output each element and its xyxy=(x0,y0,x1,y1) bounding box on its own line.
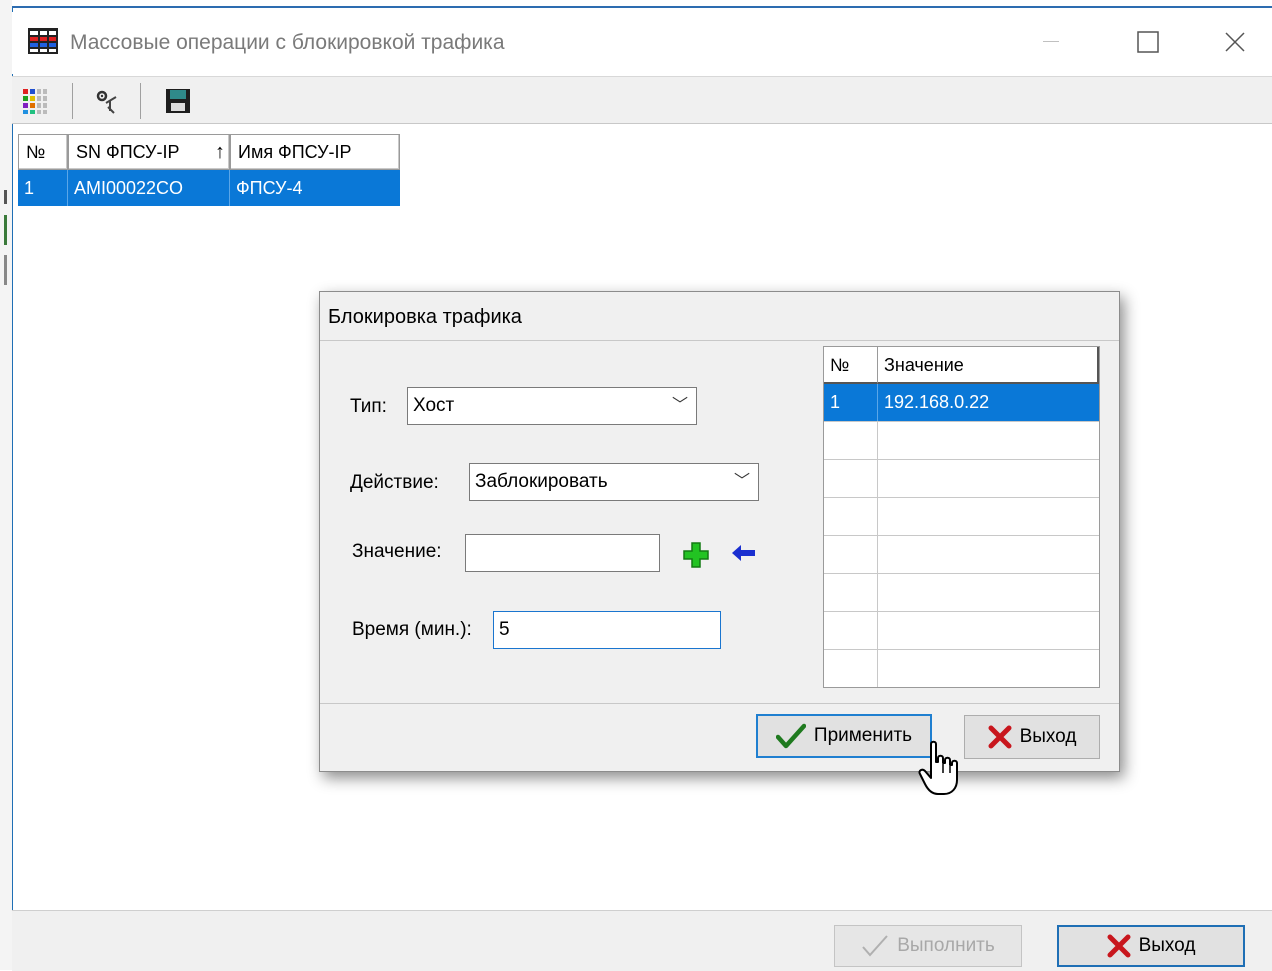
empty-cell xyxy=(824,650,878,687)
close-x-icon xyxy=(988,725,1012,749)
dialog-title: Блокировка трафика xyxy=(328,306,522,328)
action-label: Действие: xyxy=(350,472,439,493)
table-row[interactable]: 1 192.168.0.22 xyxy=(824,384,1099,422)
dialog-exit-label: Выход xyxy=(1019,726,1077,747)
title-bar: Массовые операции с блокировкой трафика xyxy=(12,12,1272,74)
empty-cell xyxy=(824,498,878,535)
value-input[interactable] xyxy=(465,534,660,572)
column-header-num[interactable]: № xyxy=(18,134,68,170)
empty-cell xyxy=(824,536,878,573)
save-floppy-icon xyxy=(166,89,190,113)
main-exit-label: Выход xyxy=(1138,935,1196,956)
column-header-name[interactable]: Имя ФПСУ-IP xyxy=(230,134,400,170)
save-button[interactable] xyxy=(162,85,194,117)
execute-button[interactable]: Выполнить xyxy=(834,925,1022,967)
maximize-button[interactable] xyxy=(1125,22,1171,62)
type-select-value: Хост xyxy=(413,395,455,416)
footer-bar: Выполнить Выход xyxy=(12,910,1272,971)
values-cell-value: 192.168.0.22 xyxy=(884,392,990,412)
toolbar xyxy=(12,76,1272,124)
main-exit-button[interactable]: Выход xyxy=(1057,925,1245,967)
table-row-empty[interactable] xyxy=(824,498,1099,536)
columns-grid-icon xyxy=(23,89,47,114)
table-row-empty[interactable] xyxy=(824,422,1099,460)
table-row-empty[interactable] xyxy=(824,460,1099,498)
values-table[interactable]: № Значение 1 192.168.0.22 xyxy=(823,346,1100,688)
table-row-cell-name[interactable]: ФПСУ-4 xyxy=(230,170,400,206)
edge-mark xyxy=(4,255,7,285)
action-select[interactable]: Заблокировать ﹀ xyxy=(469,463,759,501)
check-icon xyxy=(775,723,806,749)
minimize-button[interactable] xyxy=(1028,22,1074,62)
close-x-icon xyxy=(1107,934,1131,958)
edge-mark xyxy=(4,215,7,245)
traffic-block-dialog: Блокировка трафика Тип: Хост ﹀ Действие:… xyxy=(319,291,1120,772)
empty-cell xyxy=(824,612,878,649)
time-label: Время (мин.): xyxy=(352,619,472,640)
close-button[interactable] xyxy=(1212,22,1258,62)
table-row-cell-sn[interactable]: AMI00022CO xyxy=(68,170,230,206)
maximize-icon xyxy=(1137,31,1159,53)
values-cell-num: 1 xyxy=(824,384,878,421)
hand-cursor-icon xyxy=(918,740,958,795)
execute-label: Выполнить xyxy=(897,935,995,956)
window-title: Массовые операции с блокировкой трафика xyxy=(70,31,505,54)
table-row-empty[interactable] xyxy=(824,650,1099,687)
background-window-edge xyxy=(0,0,12,970)
minimize-icon xyxy=(1043,41,1059,42)
type-label: Тип: xyxy=(350,396,387,417)
value-label: Значение: xyxy=(352,541,442,562)
type-select[interactable]: Хост ﹀ xyxy=(407,387,697,425)
settings-tools-icon xyxy=(96,90,117,114)
add-plus-icon[interactable] xyxy=(682,541,710,569)
table-row-empty[interactable] xyxy=(824,536,1099,574)
settings-tools-button[interactable] xyxy=(90,85,122,117)
arrow-left-icon[interactable] xyxy=(731,544,757,562)
time-input[interactable]: 5 xyxy=(493,611,721,649)
apply-label: Применить xyxy=(813,725,913,746)
column-header-sn-label: SN ФПСУ-IP xyxy=(76,142,180,162)
action-select-value: Заблокировать xyxy=(475,471,608,492)
empty-cell xyxy=(824,460,878,497)
chevron-down-icon: ﹀ xyxy=(671,397,688,414)
empty-cell xyxy=(824,422,878,459)
columns-grid-button[interactable] xyxy=(20,85,52,117)
sort-arrow-icon: ↑ xyxy=(215,141,225,163)
column-header-sn[interactable]: SN ФПСУ-IP ↑ xyxy=(68,134,230,170)
table-row-empty[interactable] xyxy=(824,574,1099,612)
values-column-header-value[interactable]: Значение xyxy=(878,347,1099,384)
dialog-exit-button[interactable]: Выход xyxy=(964,715,1100,759)
values-column-header-num[interactable]: № xyxy=(824,347,878,384)
empty-cell xyxy=(824,574,878,611)
close-icon xyxy=(1225,32,1245,52)
dialog-body: Тип: Хост ﹀ Действие: Заблокировать ﹀ Зн… xyxy=(320,340,1119,704)
table-row-cell-num[interactable]: 1 xyxy=(18,170,68,206)
chevron-down-icon: ﹀ xyxy=(733,473,750,490)
edge-mark xyxy=(4,190,7,204)
toolbar-separator xyxy=(140,83,141,119)
check-icon xyxy=(862,935,888,957)
table-row-empty[interactable] xyxy=(824,612,1099,650)
apply-button[interactable]: Применить xyxy=(756,714,932,758)
app-icon xyxy=(28,28,58,54)
toolbar-separator xyxy=(72,83,73,119)
